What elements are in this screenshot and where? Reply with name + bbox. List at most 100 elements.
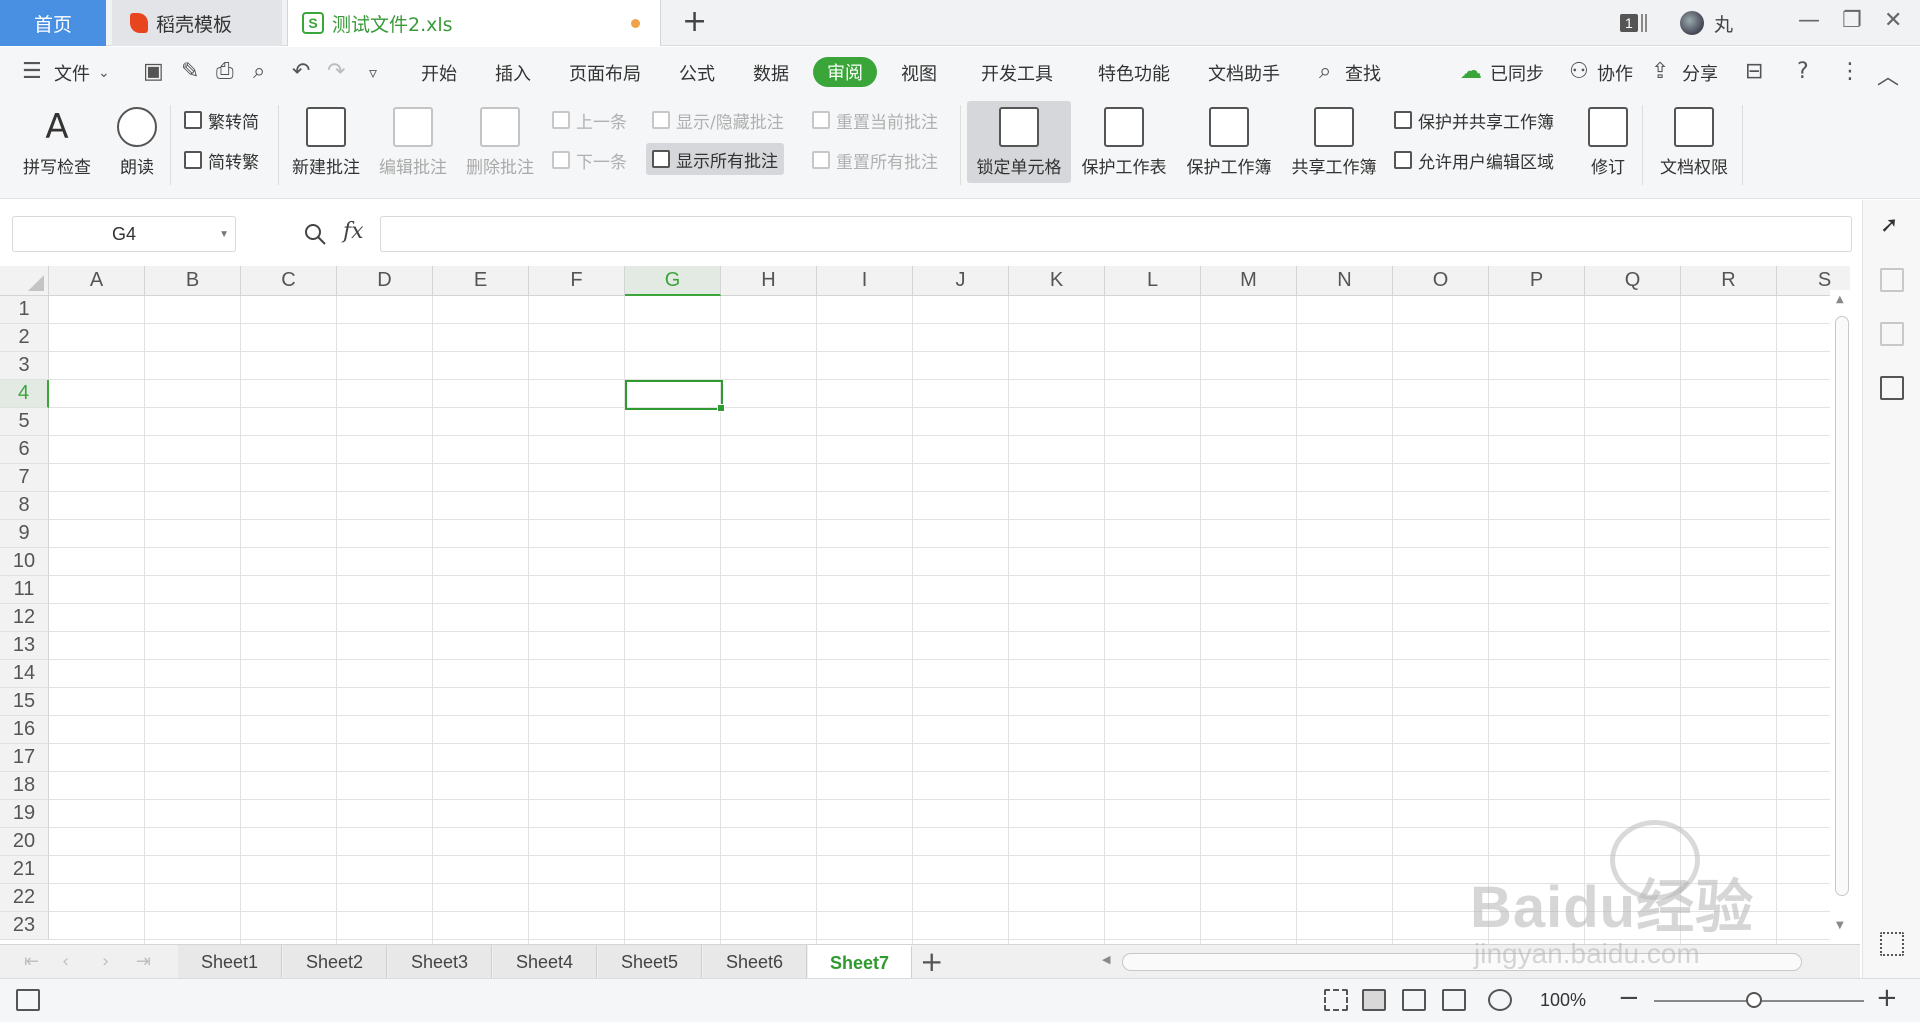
tab-home[interactable]: 首页	[0, 0, 106, 46]
insert-function-button[interactable]: fx	[343, 219, 364, 244]
normal-view-icon[interactable]	[1362, 989, 1386, 1011]
reset-all-comments-button[interactable]: 重置所有批注	[806, 145, 944, 175]
menu-insert[interactable]: 插入	[495, 60, 531, 86]
row-header[interactable]: 14	[0, 660, 49, 688]
column-header-n[interactable]: N	[1297, 266, 1393, 296]
reset-current-comment-button[interactable]: 重置当前批注	[806, 105, 944, 135]
column-header-p[interactable]: P	[1489, 266, 1585, 296]
show-hide-comment-button[interactable]: 显示/隐藏批注	[646, 105, 790, 135]
share-workbook-button[interactable]: 共享工作簿	[1287, 101, 1381, 183]
name-box[interactable]: G4 ▼	[12, 216, 236, 252]
row-header[interactable]: 16	[0, 716, 49, 744]
zoom-in-button[interactable]: +	[1876, 983, 1898, 1013]
share-button[interactable]: 分享	[1682, 60, 1718, 86]
read-aloud-button[interactable]: 朗读	[112, 101, 162, 183]
column-header-g[interactable]: G	[625, 266, 721, 296]
row-header[interactable]: 21	[0, 856, 49, 884]
sheet-tab-5[interactable]: Sheet5	[598, 945, 702, 979]
menu-page-layout[interactable]: 页面布局	[569, 60, 641, 86]
horizontal-scroll-thumb[interactable]	[1122, 953, 1802, 971]
user-account[interactable]: 丸	[1680, 0, 1733, 46]
column-header-c[interactable]: C	[241, 266, 337, 296]
cloud-sync-icon[interactable]: ☁	[1460, 59, 1482, 84]
protect-workbook-button[interactable]: 保护工作簿	[1182, 101, 1276, 183]
row-header[interactable]: 9	[0, 520, 49, 548]
formula-input[interactable]	[380, 216, 1852, 252]
row-header-selected[interactable]: 4	[0, 380, 49, 408]
zoom-formula-icon[interactable]	[303, 222, 327, 246]
first-sheet-icon[interactable]: ⇤	[24, 951, 39, 972]
menu-developer[interactable]: 开发工具	[981, 60, 1053, 86]
next-sheet-icon[interactable]: ›	[102, 951, 109, 972]
print-preview-icon[interactable]: ⌕	[253, 59, 265, 84]
tab-docer-templates[interactable]: 稻壳模板	[112, 0, 282, 46]
macro-record-icon[interactable]	[16, 989, 40, 1011]
close-icon[interactable]: ✕	[1884, 8, 1902, 33]
column-header-l[interactable]: L	[1105, 266, 1201, 296]
row-header[interactable]: 10	[0, 548, 49, 576]
fullscreen-icon[interactable]	[1324, 989, 1348, 1011]
sync-status[interactable]: 已同步	[1490, 60, 1544, 86]
sheet-tab-1[interactable]: Sheet1	[178, 945, 282, 979]
protect-sheet-button[interactable]: 保护工作表	[1077, 101, 1171, 183]
help-icon[interactable]: ?	[1797, 59, 1809, 84]
scroll-up-icon[interactable]: ▲	[1836, 294, 1844, 305]
show-all-comments-button[interactable]: 显示所有批注	[646, 143, 784, 175]
chevron-down-icon[interactable]: ⌄	[98, 65, 110, 81]
menu-special-features[interactable]: 特色功能	[1098, 60, 1170, 86]
cell-area[interactable]	[49, 296, 1849, 944]
undo-icon[interactable]: ↶	[292, 59, 310, 84]
chart-analysis-icon[interactable]	[1880, 376, 1904, 400]
active-cell-g4[interactable]	[625, 380, 725, 412]
quick-access-dropdown-icon[interactable]: ▿	[369, 63, 377, 82]
new-tab-button[interactable]: +	[682, 6, 707, 38]
share-icon[interactable]: ⇪	[1651, 59, 1669, 84]
zoom-out-button[interactable]: −	[1618, 983, 1640, 1013]
scroll-down-icon[interactable]: ▼	[1836, 920, 1844, 931]
sheet-tab-4[interactable]: Sheet4	[493, 945, 597, 979]
doc-permissions-button[interactable]: 文档权限	[1652, 101, 1736, 183]
menu-doc-assistant[interactable]: 文档助手	[1208, 60, 1280, 86]
sheet-tab-2[interactable]: Sheet2	[283, 945, 387, 979]
vertical-scrollbar[interactable]: ▲ ▼	[1830, 290, 1852, 940]
row-header[interactable]: 18	[0, 772, 49, 800]
eye-protection-icon[interactable]	[1488, 989, 1512, 1011]
row-header[interactable]: 17	[0, 744, 49, 772]
row-header[interactable]: 8	[0, 492, 49, 520]
collaborate-button[interactable]: 协作	[1597, 60, 1633, 86]
row-header[interactable]: 20	[0, 828, 49, 856]
row-header[interactable]: 7	[0, 464, 49, 492]
row-header[interactable]: 2	[0, 324, 49, 352]
column-header-e[interactable]: E	[433, 266, 529, 296]
redo-icon[interactable]: ↷	[327, 59, 345, 84]
sheet-tab-7[interactable]: Sheet7	[808, 945, 912, 979]
menu-file[interactable]: 文件	[54, 60, 90, 86]
column-header-f[interactable]: F	[529, 266, 625, 296]
row-header[interactable]: 12	[0, 604, 49, 632]
delete-comment-button[interactable]: 删除批注	[460, 101, 540, 183]
spell-check-button[interactable]: A 拼写检查	[14, 101, 100, 183]
column-header-j[interactable]: J	[913, 266, 1009, 296]
next-comment-button[interactable]: 下一条	[546, 145, 633, 175]
window-count[interactable]: 1	[1620, 0, 1647, 46]
row-header[interactable]: 19	[0, 800, 49, 828]
reading-layout-icon[interactable]	[1442, 989, 1466, 1011]
simp-to-trad-button[interactable]: 简转繁	[178, 145, 265, 175]
allow-edit-ranges-button[interactable]: 允许用户编辑区域	[1388, 145, 1560, 175]
collaborate-icon[interactable]: ⚇	[1569, 59, 1589, 84]
horizontal-scrollbar[interactable]: ◀	[1092, 953, 1812, 971]
select-all-corner[interactable]	[0, 266, 49, 296]
column-header-i[interactable]: I	[817, 266, 913, 296]
tab-document[interactable]: S 测试文件2.xls	[287, 0, 661, 46]
zoom-slider-handle[interactable]	[1746, 992, 1762, 1008]
chevron-down-icon[interactable]: ▼	[219, 229, 229, 240]
vertical-scroll-thumb[interactable]	[1835, 316, 1849, 896]
prev-comment-button[interactable]: 上一条	[546, 105, 633, 135]
column-header-d[interactable]: D	[337, 266, 433, 296]
row-header[interactable]: 6	[0, 436, 49, 464]
protect-and-share-button[interactable]: 保护并共享工作簿	[1388, 105, 1560, 135]
apps-grid-icon[interactable]	[1880, 932, 1904, 956]
format-painter-icon[interactable]: ✎	[181, 59, 199, 84]
row-header[interactable]: 5	[0, 408, 49, 436]
add-sheet-button[interactable]: +	[920, 945, 943, 979]
